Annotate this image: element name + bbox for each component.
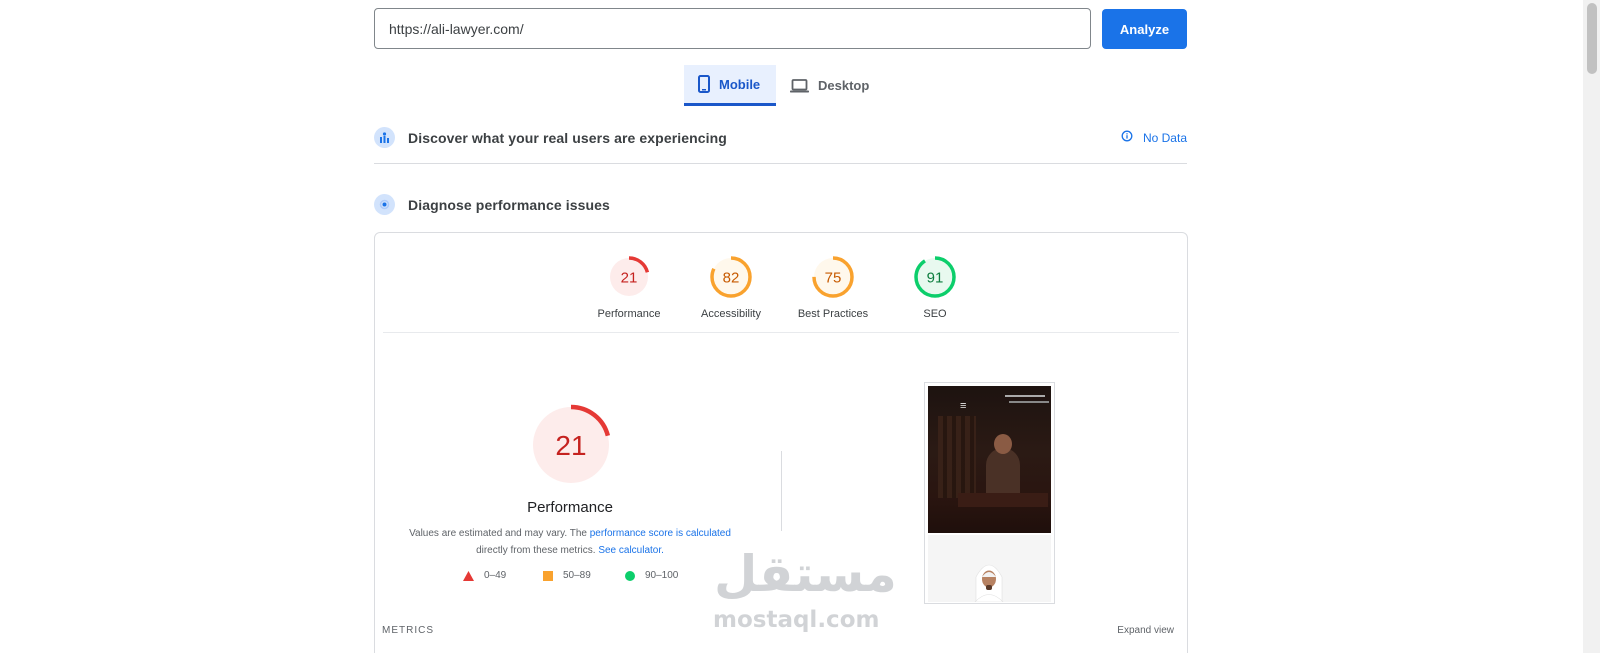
legend-fail: 0–49 — [463, 570, 506, 581]
gauge-seo-score: 91 — [927, 270, 944, 287]
no-data-label: No Data — [1142, 130, 1187, 145]
screenshot-profile — [928, 535, 1051, 602]
gauge-performance-ring: 21 — [608, 256, 650, 298]
hamburger-menu-icon: ≡ — [960, 400, 967, 412]
page-scrollbar[interactable] — [1583, 0, 1600, 653]
lighthouse-icon — [374, 194, 395, 215]
legend-average-shape — [543, 570, 553, 581]
performance-description: Values are estimated and may vary. The p… — [375, 525, 765, 559]
url-input[interactable] — [374, 8, 1091, 49]
lab-data-title: Diagnose performance issues — [408, 196, 610, 213]
gauge-seo-label: SEO — [923, 308, 947, 320]
vertical-divider — [781, 451, 782, 531]
page-screenshot: ≡ — [924, 382, 1055, 604]
gauge-performance[interactable]: 21 Performance — [579, 255, 679, 320]
analyze-button[interactable]: Analyze — [1102, 9, 1187, 49]
triangle-icon — [463, 570, 474, 581]
desc-prefix: Values are estimated and may vary. The — [409, 528, 590, 539]
legend-pass-shape — [625, 570, 635, 581]
square-icon — [543, 570, 553, 581]
legend-average: 50–89 — [543, 570, 591, 581]
legend-average-range: 50–89 — [563, 570, 591, 581]
gauge-seo-ring: 91 — [914, 256, 956, 298]
watermark-arabic: مستقل — [714, 545, 897, 603]
section-divider — [374, 163, 1187, 164]
gauge-accessibility-score: 82 — [723, 270, 740, 287]
scrollbar-thumb[interactable] — [1587, 3, 1597, 74]
gauge-best-practices[interactable]: 75 Best Practices — [783, 255, 883, 320]
avatar — [974, 564, 1004, 602]
gauge-best-practices-score: 75 — [825, 270, 842, 287]
expand-view-toggle[interactable]: Expand view — [1117, 625, 1174, 636]
see-calculator-link[interactable]: See calculator. — [598, 545, 664, 556]
gauge-best-practices-label: Best Practices — [797, 308, 869, 320]
field-data-title: Discover what your real users are experi… — [408, 129, 727, 146]
card-divider — [383, 332, 1179, 333]
gauge-seo[interactable]: 91 SEO — [885, 255, 985, 320]
desc-mid: directly from these metrics. — [476, 545, 599, 556]
gauge-accessibility-label: Accessibility — [701, 308, 761, 320]
gauge-performance-score: 21 — [621, 270, 638, 287]
legend-fail-shape — [463, 570, 474, 581]
phone-icon — [698, 75, 710, 93]
info-icon — [1121, 130, 1133, 145]
legend-pass-range: 90–100 — [645, 570, 679, 581]
gauge-best-practices-ring: 75 — [812, 256, 854, 298]
legend-fail-range: 0–49 — [484, 570, 507, 581]
circle-icon — [625, 570, 635, 581]
laptop-icon — [790, 78, 809, 93]
gauge-accessibility-ring: 82 — [710, 256, 752, 298]
score-calculated-link[interactable]: performance score is calculated — [590, 528, 731, 539]
performance-title: Performance — [527, 499, 613, 516]
field-data-section: Discover what your real users are experi… — [374, 127, 1187, 148]
metrics-heading: METRICS — [382, 625, 434, 636]
watermark-latin: mostaql.com — [713, 607, 880, 633]
lab-data-section: Diagnose performance issues — [374, 194, 1187, 215]
tab-mobile[interactable]: Mobile — [684, 65, 776, 106]
tab-desktop[interactable]: Desktop — [790, 65, 880, 106]
users-chart-icon — [374, 127, 395, 148]
gauge-performance-label: Performance — [597, 308, 661, 320]
tab-desktop-label: Desktop — [818, 78, 870, 93]
legend-pass: 90–100 — [625, 570, 678, 581]
performance-big-gauge: 21 — [530, 404, 612, 486]
no-data-status[interactable]: No Data — [1121, 130, 1187, 145]
tab-mobile-label: Mobile — [719, 76, 761, 92]
gauge-accessibility[interactable]: 82 Accessibility — [681, 255, 781, 320]
performance-big-score: 21 — [555, 430, 586, 461]
screenshot-hero: ≡ — [928, 386, 1051, 533]
